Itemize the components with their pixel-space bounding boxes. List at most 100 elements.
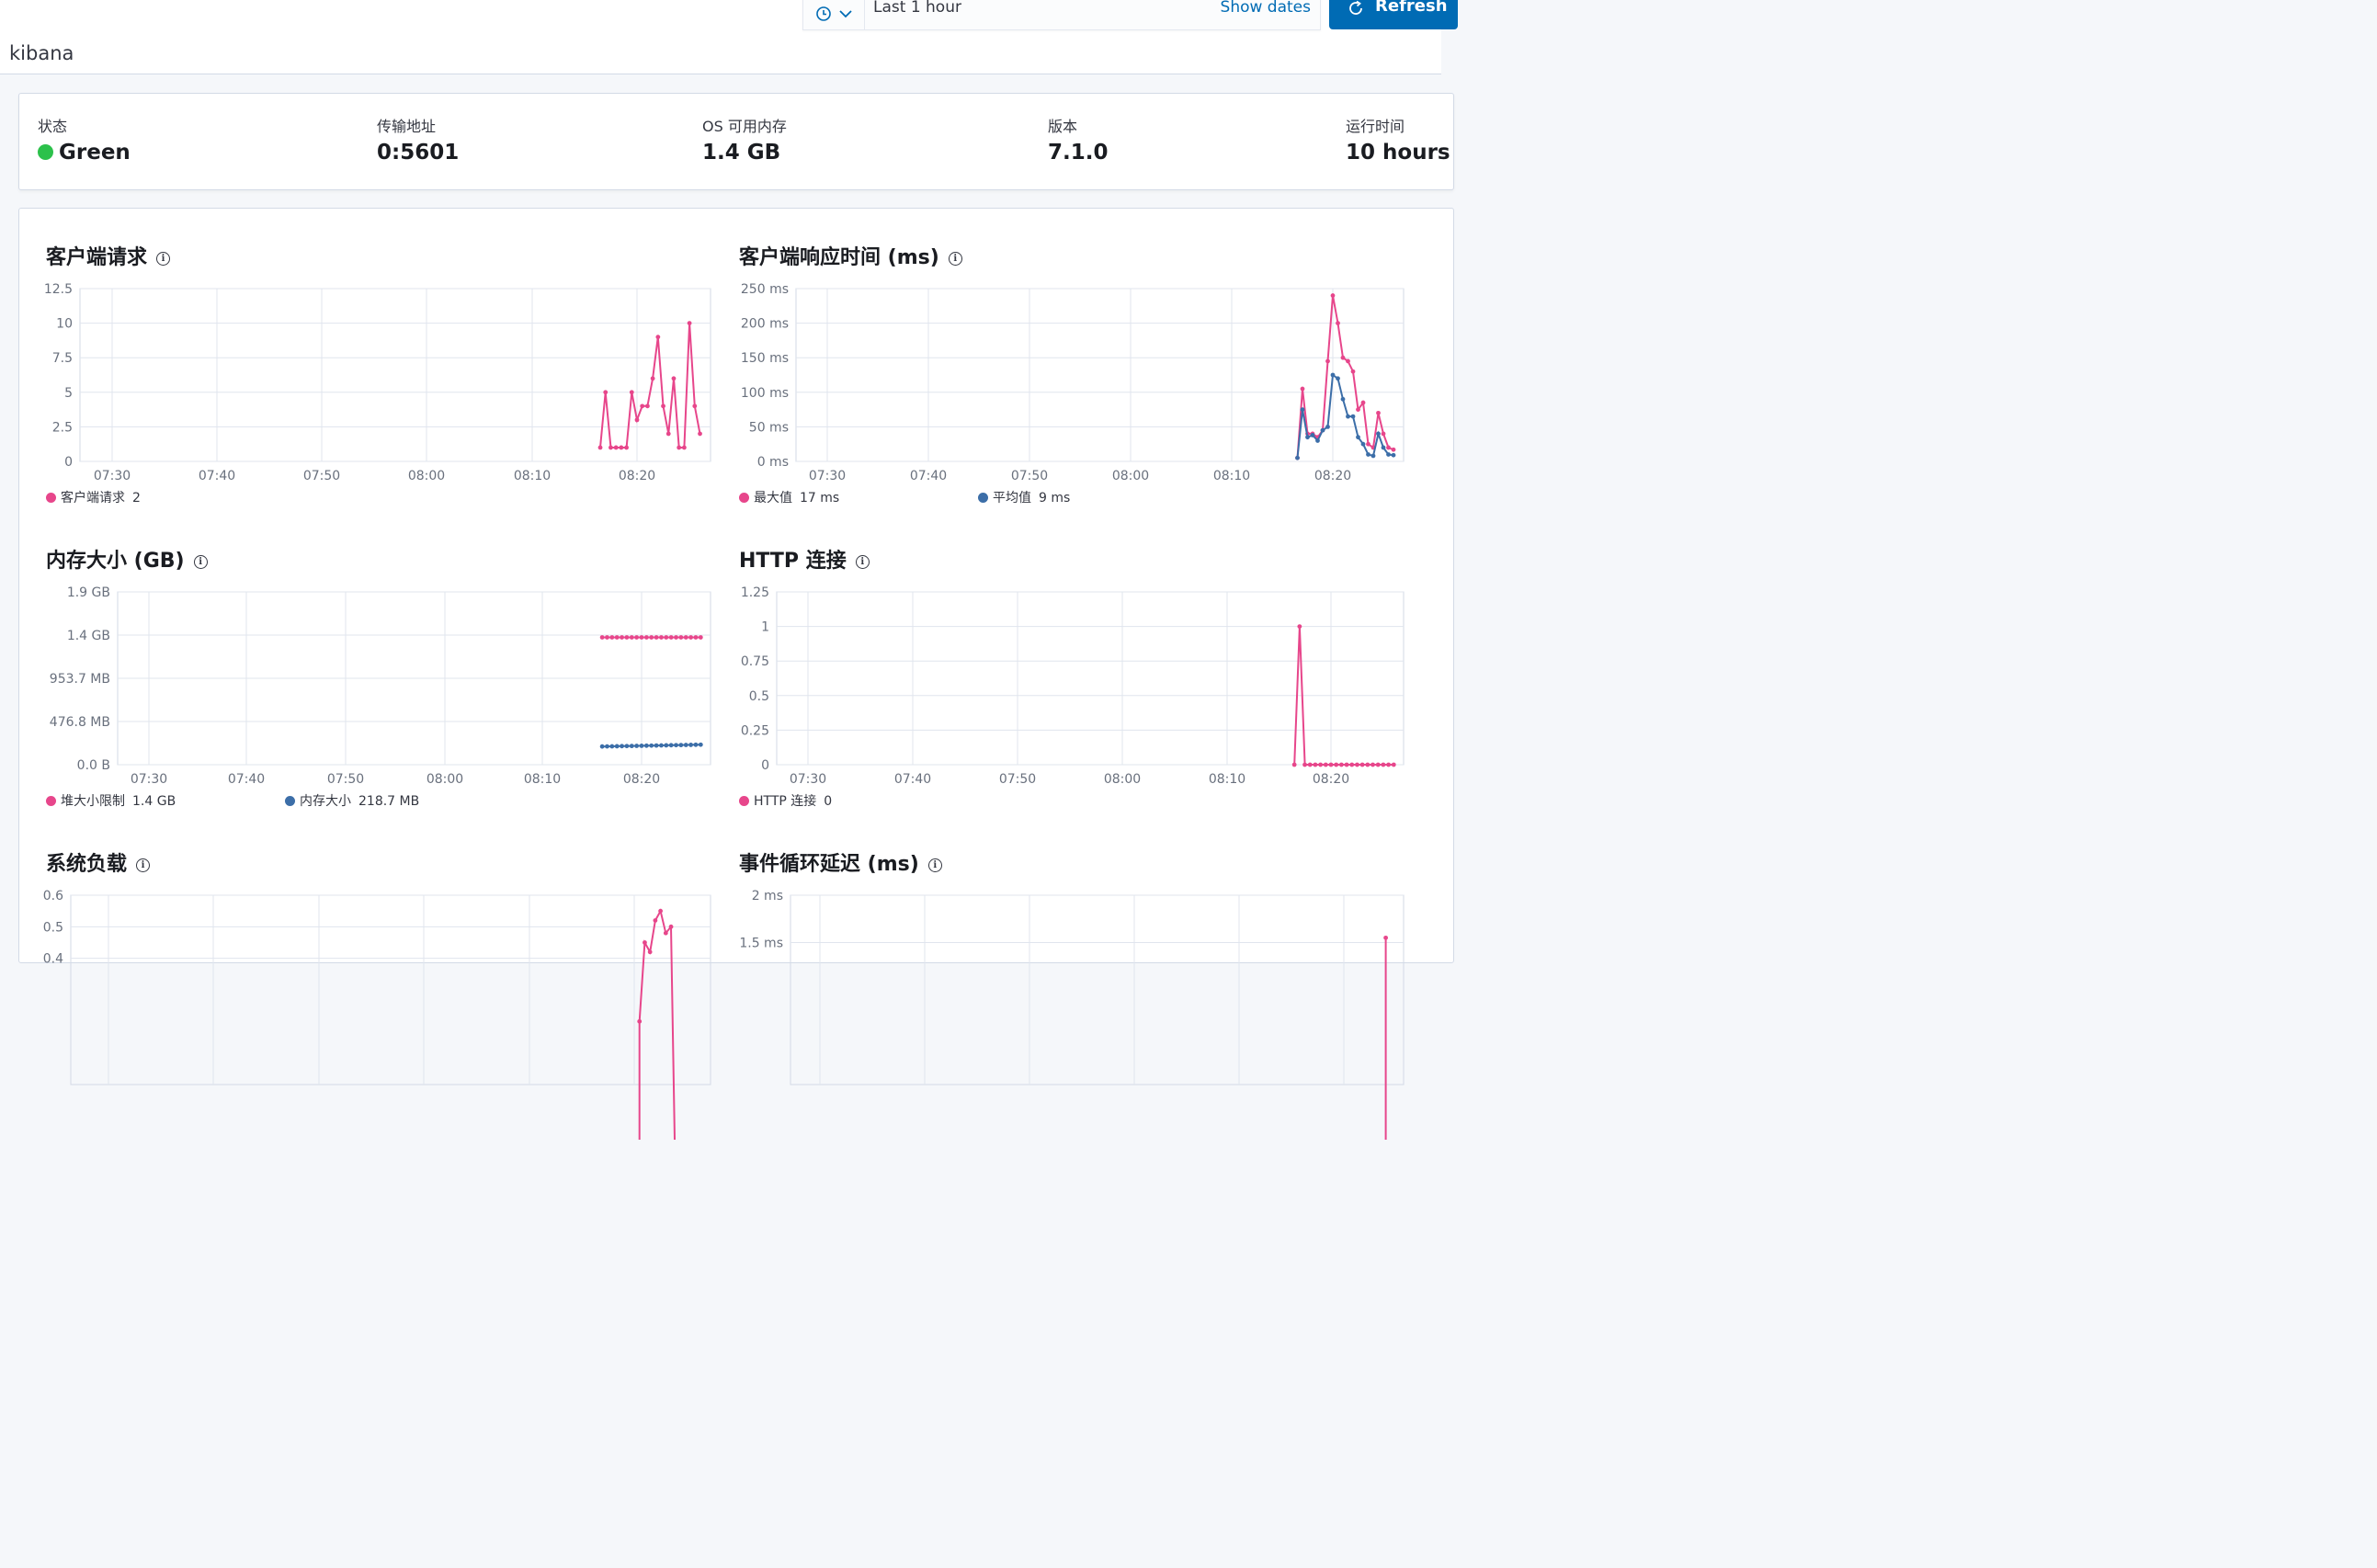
data-point — [639, 744, 644, 748]
legend-item[interactable]: 内存大小 218.7 MB — [285, 791, 419, 810]
data-point — [643, 940, 647, 945]
x-tick-label: 08:00 — [1112, 469, 1149, 483]
data-point — [665, 431, 671, 437]
legend-color-dot — [285, 796, 295, 806]
y-tick-label: 200 ms — [741, 317, 789, 332]
y-tick-label: 1.5 ms — [739, 937, 783, 951]
legend-item[interactable]: HTTP 连接 0 — [739, 791, 832, 810]
stat-value: 10 hours — [1346, 141, 1450, 165]
legend-item[interactable]: 堆大小限制 1.4 GB — [46, 791, 176, 810]
data-point — [1376, 431, 1381, 437]
data-point — [634, 744, 640, 748]
data-point — [639, 635, 644, 640]
legend-item[interactable]: 客户端请求 2 — [46, 488, 141, 506]
data-point — [1330, 293, 1336, 298]
y-tick-label: 150 ms — [741, 351, 789, 366]
x-tick-label: 08:10 — [524, 772, 561, 787]
data-point — [1307, 762, 1313, 767]
data-point — [619, 445, 624, 450]
x-tick-label: 08:20 — [619, 469, 655, 483]
time-range-label[interactable]: Last 1 hour — [873, 0, 961, 17]
data-point — [629, 390, 634, 395]
info-icon[interactable]: i — [927, 858, 942, 872]
x-tick-label: 07:40 — [199, 469, 235, 483]
info-icon[interactable]: i — [136, 858, 151, 872]
clock-icon — [816, 6, 831, 21]
time-picker[interactable]: Last 1 hour Show dates — [802, 0, 1321, 30]
data-point — [1386, 452, 1391, 457]
data-point — [1297, 624, 1302, 629]
plot-frame — [79, 288, 711, 462]
data-point — [1391, 447, 1396, 452]
data-point — [1325, 425, 1330, 429]
data-point — [605, 635, 609, 640]
legend-value: 2 — [132, 491, 141, 506]
info-icon[interactable]: i — [156, 252, 171, 266]
data-point — [654, 743, 659, 748]
chart-system-load: 0.6 0.5 0.4 — [43, 889, 711, 1141]
data-point — [1391, 452, 1396, 458]
stat-label: 传输地址 — [377, 118, 437, 135]
chart-title-system-load: 系统负载 i — [46, 847, 151, 877]
data-point — [668, 743, 674, 748]
y-tick-label: 2 ms — [752, 889, 783, 903]
data-point — [624, 445, 629, 450]
x-tick-label: 08:20 — [623, 772, 660, 787]
legend-value: 218.7 MB — [358, 794, 420, 809]
data-point — [1391, 762, 1396, 767]
data-point — [1318, 762, 1324, 767]
series-line — [638, 908, 676, 1141]
data-point — [678, 635, 684, 640]
data-point — [597, 445, 603, 450]
data-point — [1350, 414, 1356, 419]
data-point — [608, 445, 613, 450]
chart-title-event-loop-delay: 事件循环延迟 (ms) i — [739, 847, 942, 877]
data-point — [620, 744, 624, 749]
y-tick-label: 476.8 MB — [50, 715, 110, 730]
data-point — [1302, 762, 1307, 767]
y-tick-label: 0 ms — [757, 455, 789, 470]
legend-color-dot — [46, 796, 56, 806]
y-tick-label: 0.75 — [741, 654, 769, 669]
data-point — [1365, 762, 1370, 767]
data-point — [1344, 762, 1349, 767]
data-point — [634, 635, 640, 640]
data-point — [688, 743, 693, 747]
legend-label: 客户端请求 — [61, 491, 125, 506]
x-tick-label: 07:50 — [999, 772, 1036, 787]
data-point — [659, 635, 664, 640]
data-point — [1346, 358, 1350, 364]
chart-title-memory-size: 内存大小 (GB) i — [46, 544, 208, 574]
data-point — [620, 635, 624, 640]
data-point — [1360, 400, 1366, 405]
stat-label: 版本 — [1048, 118, 1078, 135]
legend-item[interactable]: 平均值 9 ms — [978, 488, 1070, 506]
data-point — [655, 335, 661, 340]
y-tick-label: 100 ms — [741, 386, 789, 401]
data-point — [1350, 369, 1356, 374]
legend-item[interactable]: 最大值 17 ms — [739, 488, 839, 506]
status-indicator-icon — [38, 144, 53, 160]
legend-label: 平均值 — [993, 491, 1031, 506]
data-point — [603, 390, 608, 395]
data-point — [649, 635, 654, 640]
data-point — [605, 744, 609, 749]
show-dates-link[interactable]: Show dates — [1221, 0, 1311, 17]
info-icon[interactable]: i — [948, 252, 962, 266]
data-point — [1330, 372, 1336, 378]
plot-frame — [790, 894, 1405, 1085]
refresh-icon — [1349, 0, 1362, 15]
y-tick-label: 0 — [761, 758, 769, 773]
stat-label: OS 可用内存 — [702, 118, 787, 135]
info-icon[interactable]: i — [855, 555, 870, 569]
refresh-button[interactable]: Refresh — [1329, 0, 1458, 29]
legend-value: 17 ms — [800, 491, 840, 506]
y-tick-label: 1 — [761, 620, 769, 635]
x-tick-label: 08:20 — [1314, 469, 1351, 483]
chart-memory-size: 1.9 GB 1.4 GB 953.7 MB 476.8 MB 0.0 B 07:30 07… — [50, 585, 711, 787]
quick-select-button[interactable] — [803, 0, 865, 29]
chart-title-text: 客户端响应时间 (ms) — [739, 246, 939, 269]
info-icon[interactable]: i — [193, 555, 208, 569]
chart-title-text: 事件循环延迟 (ms) — [739, 853, 919, 876]
data-point — [674, 635, 678, 640]
